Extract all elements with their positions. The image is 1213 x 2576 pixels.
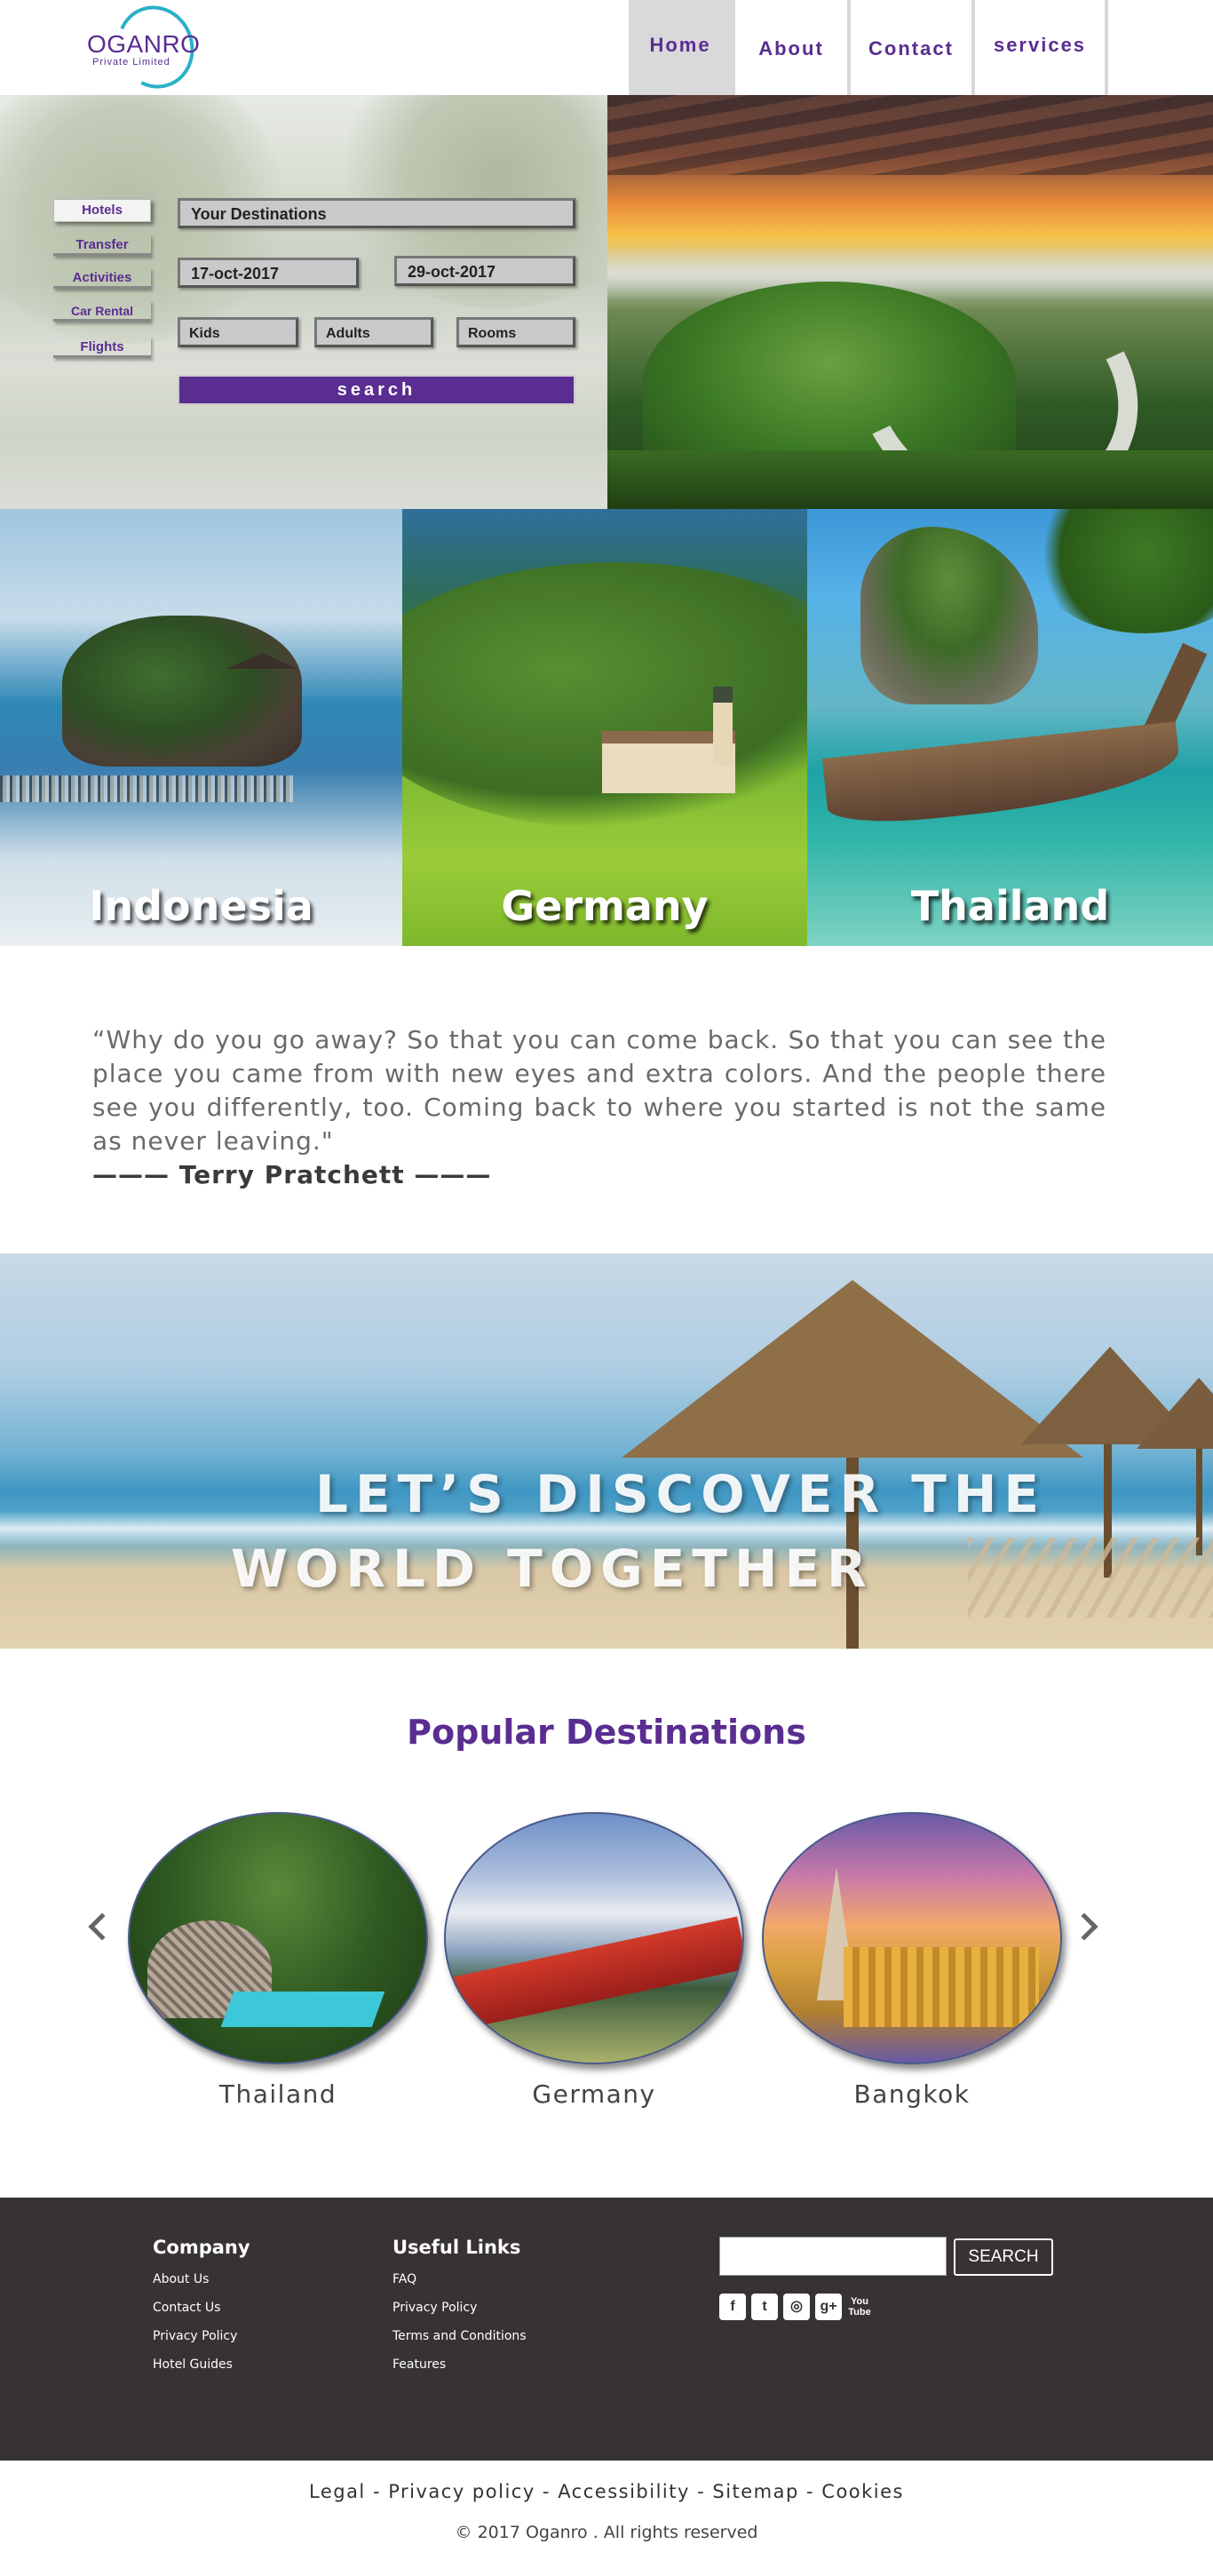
travel-quote: “Why do you go away? So that you can com…: [92, 1025, 1106, 1156]
red-train: [446, 1916, 742, 2031]
privacy-policy-link[interactable]: Privacy policy: [388, 2481, 535, 2502]
popular-bangkok-image[interactable]: [762, 1812, 1062, 2064]
popular-label-bangkok: Bangkok: [853, 2079, 971, 2109]
limestone-cliff: [860, 527, 1038, 704]
straw-umbrella: [1137, 1378, 1213, 1449]
banner-headline-line-1: LET’S DISCOVER THE: [315, 1464, 1047, 1524]
social-links: f t ◎ g+ You Tube: [719, 2294, 872, 2320]
popular-destinations-title: Popular Destinations: [407, 1713, 806, 1752]
tab-transfer[interactable]: Transfer: [53, 235, 151, 256]
footer-useful-links-title: Useful Links: [392, 2237, 521, 2258]
legal-links: Legal - Privacy policy - Accessibility -…: [0, 2481, 1213, 2502]
twitter-icon[interactable]: t: [751, 2294, 778, 2320]
sunset-clouds: [607, 95, 1213, 175]
popular-label-germany: Germany: [532, 2079, 656, 2109]
tab-hotels[interactable]: Hotels: [53, 199, 151, 222]
instagram-icon[interactable]: ◎: [783, 2294, 810, 2320]
destination-card-thailand[interactable]: Thailand: [807, 509, 1213, 946]
booking-panel: Hotels Transfer Activities Car Rental Fl…: [0, 95, 607, 509]
chevron-left-icon[interactable]: [88, 1912, 116, 1941]
footer-useful-links-column: Useful Links FAQ Privacy Policy Terms an…: [392, 2237, 527, 2386]
site-header: OGANRO Private Limited Home About Contac…: [0, 0, 1213, 99]
youtube-icon[interactable]: You Tube: [847, 2294, 872, 2320]
popular-germany-image[interactable]: [444, 1812, 744, 2064]
quote-author: ——— Terry Pratchett ———: [92, 1160, 492, 1189]
cookies-link[interactable]: Cookies: [821, 2481, 904, 2502]
footer-link-hotel-guides[interactable]: Hotel Guides: [153, 2357, 250, 2372]
kids-select[interactable]: Kids: [178, 317, 298, 347]
footer-link-features[interactable]: Features: [392, 2357, 527, 2372]
separator: -: [365, 2481, 389, 2502]
footer-link-about-us[interactable]: About Us: [153, 2272, 250, 2286]
check-in-date[interactable]: 17-oct-2017: [178, 258, 359, 288]
separator: -: [689, 2481, 713, 2502]
separator: -: [798, 2481, 822, 2502]
facebook-icon[interactable]: f: [719, 2294, 746, 2320]
logo-tagline: Private Limited: [92, 57, 170, 68]
nav-services[interactable]: services: [975, 0, 1108, 95]
footer-search-button[interactable]: SEARCH: [954, 2238, 1053, 2276]
google-plus-icon[interactable]: g+: [815, 2294, 842, 2320]
copyright-text: © 2017 Oganro . All rights reserved: [455, 2523, 758, 2542]
footer-company-title: Company: [153, 2237, 250, 2258]
tab-flights[interactable]: Flights: [53, 337, 151, 358]
site-footer: Company About Us Contact Us Privacy Poli…: [0, 2198, 1213, 2461]
search-button[interactable]: search: [178, 375, 575, 405]
nav-home[interactable]: Home: [629, 0, 735, 95]
adults-select[interactable]: Adults: [314, 317, 433, 347]
hero-section: Hotels Transfer Activities Car Rental Fl…: [0, 95, 1213, 509]
popular-label-thailand: Thailand: [218, 2079, 337, 2109]
accessibility-link[interactable]: Accessibility: [558, 2481, 690, 2502]
crowd-on-shore: [0, 775, 293, 802]
destination-card-germany[interactable]: Germany: [402, 509, 807, 946]
check-out-date[interactable]: 29-oct-2017: [394, 256, 575, 286]
separator: -: [535, 2481, 559, 2502]
nav-about[interactable]: About: [735, 0, 851, 95]
legal-link[interactable]: Legal: [309, 2481, 366, 2502]
grand-palace: [844, 1947, 1039, 2027]
destination-card-indonesia[interactable]: Indonesia: [0, 509, 402, 946]
logo-name: OGANRO: [87, 30, 201, 58]
destination-input[interactable]: Your Destinations: [178, 198, 575, 228]
straw-umbrella: [622, 1280, 1083, 1458]
overhanging-tree: [1029, 509, 1213, 633]
popular-thailand-image[interactable]: [128, 1812, 428, 2064]
footer-search-input[interactable]: [719, 2237, 947, 2276]
footer-link-privacy-policy-2[interactable]: Privacy Policy: [392, 2301, 527, 2315]
main-nav: Home About Contact services: [629, 0, 1108, 95]
footer-link-faq[interactable]: FAQ: [392, 2272, 527, 2286]
abbey-tower: [713, 687, 733, 767]
beach-loungers: [968, 1538, 1213, 1618]
destination-label: Germany: [501, 882, 709, 930]
nav-contact[interactable]: Contact: [851, 0, 975, 95]
sitemap-link[interactable]: Sitemap: [712, 2481, 798, 2502]
foreground-trees: [607, 450, 1213, 509]
brand-logo[interactable]: OGANRO Private Limited: [85, 0, 210, 99]
destination-label: Thailand: [910, 882, 1110, 930]
footer-link-contact-us[interactable]: Contact Us: [153, 2301, 250, 2315]
longtail-boat: [821, 721, 1184, 830]
footer-link-terms[interactable]: Terms and Conditions: [392, 2329, 527, 2343]
chevron-right-icon[interactable]: [1070, 1912, 1098, 1941]
rooms-select[interactable]: Rooms: [456, 317, 575, 347]
banner-headline-line-2: WORLD TOGETHER: [231, 1538, 874, 1599]
footer-company-column: Company About Us Contact Us Privacy Poli…: [153, 2237, 250, 2386]
destination-label: Indonesia: [89, 882, 313, 930]
footer-link-privacy-policy[interactable]: Privacy Policy: [153, 2329, 250, 2343]
plunge-pool: [220, 1992, 385, 2027]
temple-roof: [226, 633, 297, 669]
hero-photo-river-bend: [607, 95, 1213, 509]
tab-car-rental[interactable]: Car Rental: [53, 300, 151, 322]
tab-activities[interactable]: Activities: [53, 267, 151, 289]
